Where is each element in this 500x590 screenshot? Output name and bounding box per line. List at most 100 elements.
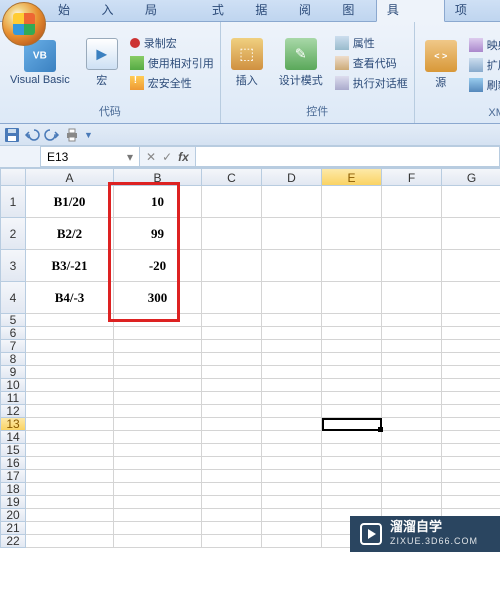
column-header-D[interactable]: D — [262, 168, 322, 186]
column-header-B[interactable]: B — [114, 168, 202, 186]
qat-dropdown-icon[interactable]: ▼ — [84, 130, 93, 140]
cell-F12[interactable] — [382, 405, 442, 418]
cell-D15[interactable] — [262, 444, 322, 457]
cell-G18[interactable] — [442, 483, 500, 496]
cell-G1[interactable] — [442, 186, 500, 218]
column-header-F[interactable]: F — [382, 168, 442, 186]
cell-A16[interactable] — [26, 457, 114, 470]
select-all-corner[interactable] — [0, 168, 26, 186]
cell-B13[interactable] — [114, 418, 202, 431]
cell-C2[interactable] — [202, 218, 262, 250]
cell-C9[interactable] — [202, 366, 262, 379]
cell-E19[interactable] — [322, 496, 382, 509]
cell-E15[interactable] — [322, 444, 382, 457]
tab-加载项[interactable]: 加载项 — [445, 0, 500, 21]
cell-B11[interactable] — [114, 392, 202, 405]
cell-F5[interactable] — [382, 314, 442, 327]
cell-A2[interactable]: B2/2 — [26, 218, 114, 250]
cell-F13[interactable] — [382, 418, 442, 431]
cell-A7[interactable] — [26, 340, 114, 353]
cell-B3[interactable]: -20 — [114, 250, 202, 282]
tab-开发工具[interactable]: 开发工具 — [376, 0, 445, 22]
view-code-button[interactable]: 查看代码 — [333, 54, 410, 72]
cell-B4[interactable]: 300 — [114, 282, 202, 314]
cell-C22[interactable] — [202, 535, 262, 548]
cell-F18[interactable] — [382, 483, 442, 496]
cell-D5[interactable] — [262, 314, 322, 327]
cell-A5[interactable] — [26, 314, 114, 327]
cell-E4[interactable] — [322, 282, 382, 314]
cell-G10[interactable] — [442, 379, 500, 392]
cell-F14[interactable] — [382, 431, 442, 444]
cell-F4[interactable] — [382, 282, 442, 314]
cell-F19[interactable] — [382, 496, 442, 509]
cell-F2[interactable] — [382, 218, 442, 250]
cell-E8[interactable] — [322, 353, 382, 366]
tab-公式[interactable]: 公式 — [202, 0, 245, 21]
cell-C4[interactable] — [202, 282, 262, 314]
cell-E7[interactable] — [322, 340, 382, 353]
column-header-E[interactable]: E — [322, 168, 382, 186]
tab-数据[interactable]: 数据 — [245, 0, 288, 21]
design-mode-button[interactable]: 设计模式 — [273, 36, 329, 90]
cell-G16[interactable] — [442, 457, 500, 470]
cell-D3[interactable] — [262, 250, 322, 282]
cell-A11[interactable] — [26, 392, 114, 405]
cell-D7[interactable] — [262, 340, 322, 353]
cell-E1[interactable] — [322, 186, 382, 218]
cell-C21[interactable] — [202, 522, 262, 535]
cell-B22[interactable] — [114, 535, 202, 548]
cell-B20[interactable] — [114, 509, 202, 522]
cell-E16[interactable] — [322, 457, 382, 470]
cell-F8[interactable] — [382, 353, 442, 366]
properties-button[interactable]: 属性 — [333, 34, 410, 52]
cell-E11[interactable] — [322, 392, 382, 405]
enter-formula-icon[interactable]: ✓ — [162, 150, 172, 164]
cell-A15[interactable] — [26, 444, 114, 457]
visual-basic-button[interactable]: Visual Basic — [4, 38, 76, 88]
cell-F16[interactable] — [382, 457, 442, 470]
insert-control-button[interactable]: 插入 — [225, 36, 269, 90]
cell-A9[interactable] — [26, 366, 114, 379]
run-dialog-button[interactable]: 执行对话框 — [333, 74, 410, 92]
cell-B9[interactable] — [114, 366, 202, 379]
cell-E17[interactable] — [322, 470, 382, 483]
column-header-G[interactable]: G — [442, 168, 500, 186]
expansion-packs-button[interactable]: 扩展包 — [467, 56, 500, 74]
cell-C19[interactable] — [202, 496, 262, 509]
macro-security-button[interactable]: 宏安全性 — [128, 74, 216, 92]
cell-D12[interactable] — [262, 405, 322, 418]
cell-G15[interactable] — [442, 444, 500, 457]
cell-D13[interactable] — [262, 418, 322, 431]
cell-A1[interactable]: B1/20 — [26, 186, 114, 218]
print-icon[interactable] — [64, 127, 80, 143]
cell-B7[interactable] — [114, 340, 202, 353]
cell-D18[interactable] — [262, 483, 322, 496]
name-box-dropdown-icon[interactable]: ▾ — [127, 150, 133, 164]
cell-B14[interactable] — [114, 431, 202, 444]
cell-A14[interactable] — [26, 431, 114, 444]
tab-开始[interactable]: 开始 — [48, 0, 91, 21]
cell-C16[interactable] — [202, 457, 262, 470]
cell-A17[interactable] — [26, 470, 114, 483]
cell-D8[interactable] — [262, 353, 322, 366]
cell-A3[interactable]: B3/-21 — [26, 250, 114, 282]
source-button[interactable]: 源 — [419, 38, 463, 92]
cell-G19[interactable] — [442, 496, 500, 509]
cell-C8[interactable] — [202, 353, 262, 366]
record-macro-button[interactable]: 录制宏 — [128, 34, 216, 52]
cell-C5[interactable] — [202, 314, 262, 327]
cell-F15[interactable] — [382, 444, 442, 457]
cell-B5[interactable] — [114, 314, 202, 327]
cell-C18[interactable] — [202, 483, 262, 496]
cell-B21[interactable] — [114, 522, 202, 535]
cell-G14[interactable] — [442, 431, 500, 444]
fx-icon[interactable]: fx — [178, 150, 189, 164]
cell-G2[interactable] — [442, 218, 500, 250]
cell-E2[interactable] — [322, 218, 382, 250]
cell-D14[interactable] — [262, 431, 322, 444]
cell-E10[interactable] — [322, 379, 382, 392]
cell-A13[interactable] — [26, 418, 114, 431]
cell-G11[interactable] — [442, 392, 500, 405]
row-header-3[interactable]: 3 — [0, 250, 26, 282]
